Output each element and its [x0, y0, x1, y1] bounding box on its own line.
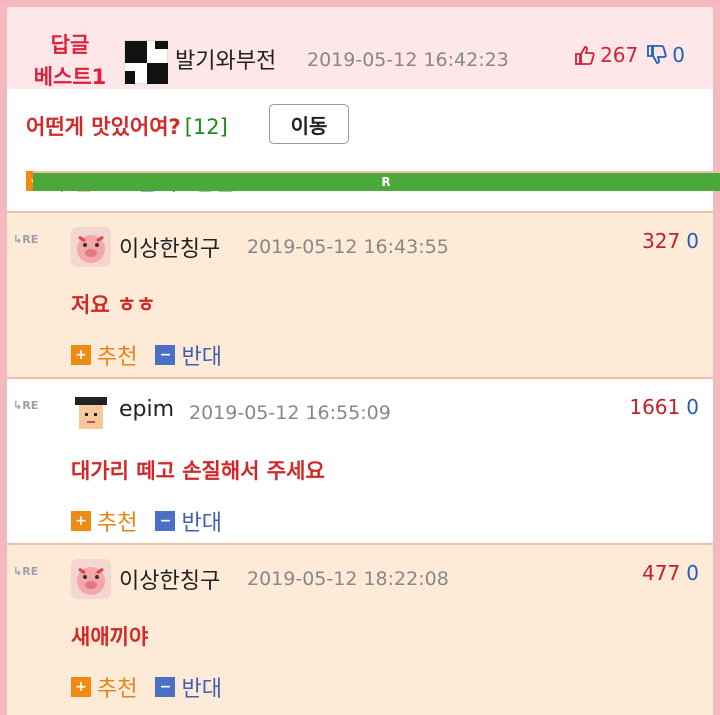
- oppose-button[interactable]: − 반대: [155, 505, 222, 537]
- reply-downvotes[interactable]: 0: [686, 229, 699, 253]
- thumbs-down-icon[interactable]: [646, 44, 668, 66]
- reply-actions: + 추천 − 반대: [71, 339, 222, 371]
- best-upvote-count: 267: [600, 43, 639, 67]
- reply-text: 대가리 떼고 손질해서 주세요: [71, 459, 325, 483]
- recommend-label: 추천: [97, 345, 138, 370]
- reply-date: 2019-05-12 18:22:08: [247, 568, 449, 590]
- graduate-avatar[interactable]: [71, 393, 111, 433]
- best-badge: 답글 베스트1: [25, 29, 115, 93]
- best-votes: 267 0: [574, 43, 685, 67]
- oppose-label: 반대: [181, 511, 222, 536]
- reply-date: 2019-05-12 16:43:55: [247, 236, 449, 258]
- best-comment-text: 어떤게 맛있어여? [12]: [26, 111, 228, 141]
- reply-upvotes[interactable]: 327: [642, 229, 680, 253]
- pig-avatar[interactable]: [71, 227, 111, 267]
- plus-icon: +: [71, 677, 91, 697]
- reply-item: ↳RE epim 2019-05-12 16:55:09 1661 0 대가리 떼…: [7, 377, 713, 543]
- reply-downvotes[interactable]: 0: [686, 561, 699, 585]
- minus-icon: −: [155, 345, 176, 365]
- thumbs-up-icon[interactable]: [574, 44, 596, 66]
- reply-arrow-icon: ↳RE: [13, 565, 39, 578]
- move-button[interactable]: 이동: [269, 104, 349, 144]
- best-comment-content: 어떤게 맛있어여?: [26, 115, 181, 139]
- minus-icon: −: [155, 511, 176, 531]
- reply-item: ↳RE 이상한칭구 2019-05-12 18:22:08 477 0 새애끼야 …: [7, 543, 713, 715]
- reply-arrow-icon: ↳RE: [13, 233, 39, 246]
- recommend-button[interactable]: + 추천: [71, 671, 137, 703]
- reply-upvotes[interactable]: 477: [642, 561, 680, 585]
- qr-avatar[interactable]: [124, 40, 168, 84]
- reply-item: ↳RE 이상한칭구 2019-05-12 16:43:55 327 0 저요 ㅎㅎ…: [7, 211, 713, 377]
- best-username[interactable]: 발기와부전: [175, 43, 276, 75]
- reply-downvotes[interactable]: 0: [686, 395, 699, 419]
- reply-text: 저요 ㅎㅎ: [71, 293, 156, 317]
- reply-text: 새애끼야: [71, 625, 149, 649]
- oppose-button[interactable]: − 반대: [155, 339, 222, 371]
- reply-votes: 1661 0: [629, 395, 699, 419]
- oppose-label: 반대: [181, 677, 222, 702]
- reply-username[interactable]: 이상한칭구: [119, 563, 220, 595]
- reply-count: [12]: [184, 115, 228, 139]
- reply-arrow-icon: ↳RE: [13, 399, 39, 412]
- best-date: 2019-05-12 16:42:23: [307, 49, 509, 71]
- reply-votes: 477 0: [642, 561, 699, 585]
- reply-username[interactable]: epim: [119, 397, 174, 422]
- best-comment-header: 답글 베스트1 발기와부전 2019-05-12 16:42:23 267 0: [7, 7, 713, 89]
- recommend-label: 추천: [97, 677, 138, 702]
- reply-date: 2019-05-12 16:55:09: [189, 402, 391, 424]
- recommend-button[interactable]: + 추천: [71, 505, 137, 537]
- oppose-label: 반대: [181, 345, 222, 370]
- reply-actions: + 추천 − 반대: [71, 671, 222, 703]
- best-downvote-count: 0: [672, 43, 685, 67]
- plus-icon: +: [71, 345, 91, 365]
- reply-votes: 327 0: [642, 229, 699, 253]
- reply-upvotes[interactable]: 1661: [629, 395, 680, 419]
- best-actions: + 추천 − 반대 R 답글: [26, 165, 720, 197]
- best-badge-line1: 답글: [50, 33, 90, 57]
- recommend-label: 추천: [97, 511, 138, 536]
- reply-username[interactable]: 이상한칭구: [119, 231, 220, 263]
- reply-actions: + 추천 − 반대: [71, 505, 222, 537]
- reply-button[interactable]: R 답글: [33, 165, 720, 197]
- pig-avatar[interactable]: [71, 559, 111, 599]
- reply-icon: R: [33, 171, 720, 191]
- oppose-button[interactable]: − 반대: [155, 671, 222, 703]
- minus-icon: −: [155, 677, 176, 697]
- best-comment-body: 어떤게 맛있어여?[12] 이동 + 추천 − 반대 R 답글: [7, 89, 720, 211]
- recommend-button[interactable]: + 추천: [71, 339, 137, 371]
- plus-icon: +: [71, 511, 91, 531]
